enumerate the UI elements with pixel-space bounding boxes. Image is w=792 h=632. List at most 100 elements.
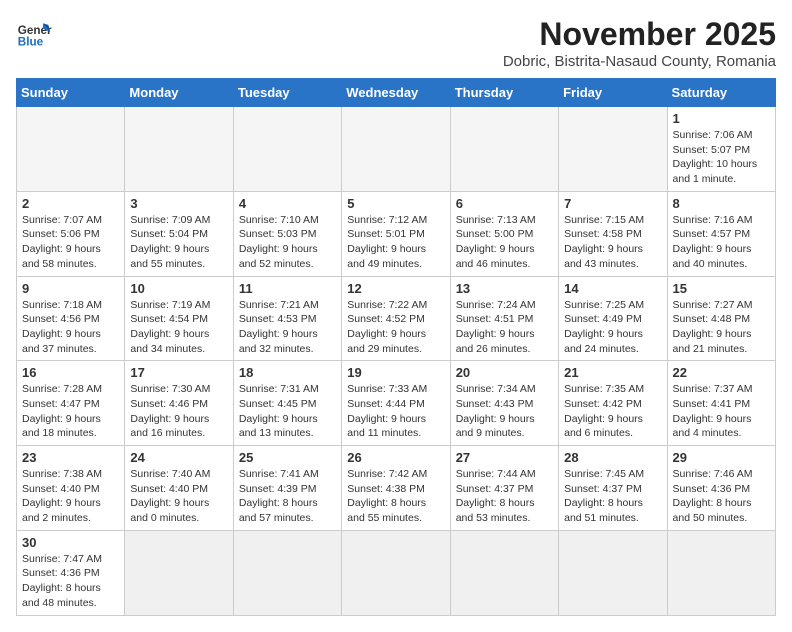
calendar-cell xyxy=(667,530,775,615)
day-number: 23 xyxy=(22,450,119,465)
day-info: Sunrise: 7:45 AMSunset: 4:37 PMDaylight:… xyxy=(564,467,661,526)
logo: General Blue xyxy=(16,16,52,52)
calendar-cell: 20 Sunrise: 7:34 AMSunset: 4:43 PMDayligh… xyxy=(450,361,558,446)
calendar-table: SundayMondayTuesdayWednesdayThursdayFrid… xyxy=(16,78,776,616)
day-number: 22 xyxy=(673,365,770,380)
day-info: Sunrise: 7:37 AMSunset: 4:41 PMDaylight:… xyxy=(673,382,770,441)
generalblue-logo-icon: General Blue xyxy=(16,16,52,52)
day-number: 25 xyxy=(239,450,336,465)
calendar-cell: 26Sunrise: 7:42 AMSunset: 4:38 PMDayligh… xyxy=(342,446,450,531)
day-info: Sunrise: 7:13 AMSunset: 5:00 PMDaylight:… xyxy=(456,213,553,272)
calendar-cell: 9 Sunrise: 7:18 AMSunset: 4:56 PMDaylight… xyxy=(17,276,125,361)
day-info: Sunrise: 7:35 AMSunset: 4:42 PMDaylight:… xyxy=(564,382,661,441)
calendar-cell: 21 Sunrise: 7:35 AMSunset: 4:42 PMDayligh… xyxy=(559,361,667,446)
weekday-header-wednesday: Wednesday xyxy=(342,79,450,107)
calendar-cell xyxy=(342,107,450,192)
title-block: November 2025 Dobric, Bistrita-Nasaud Co… xyxy=(503,16,776,70)
day-number: 6 xyxy=(456,196,553,211)
day-number: 10 xyxy=(130,281,227,296)
calendar-cell xyxy=(125,530,233,615)
day-info: Sunrise: 7:38 AMSunset: 4:40 PMDaylight:… xyxy=(22,467,119,526)
calendar-cell: 18 Sunrise: 7:31 AMSunset: 4:45 PMDayligh… xyxy=(233,361,341,446)
calendar-cell xyxy=(17,107,125,192)
calendar-week-row: 30Sunrise: 7:47 AMSunset: 4:36 PMDayligh… xyxy=(17,530,776,615)
calendar-cell: 23 Sunrise: 7:38 AMSunset: 4:40 PMDayligh… xyxy=(17,446,125,531)
day-info: Sunrise: 7:30 AMSunset: 4:46 PMDaylight:… xyxy=(130,382,227,441)
calendar-cell: 15 Sunrise: 7:27 AMSunset: 4:48 PMDayligh… xyxy=(667,276,775,361)
calendar-cell: 19Sunrise: 7:33 AMSunset: 4:44 PMDayligh… xyxy=(342,361,450,446)
calendar-cell: 30Sunrise: 7:47 AMSunset: 4:36 PMDayligh… xyxy=(17,530,125,615)
calendar-cell: 5Sunrise: 7:12 AMSunset: 5:01 PMDaylight… xyxy=(342,191,450,276)
day-number: 26 xyxy=(347,450,444,465)
day-info: Sunrise: 7:41 AMSunset: 4:39 PMDaylight:… xyxy=(239,467,336,526)
day-number: 28 xyxy=(564,450,661,465)
day-number: 4 xyxy=(239,196,336,211)
day-info: Sunrise: 7:06 AMSunset: 5:07 PMDaylight:… xyxy=(673,128,770,187)
day-number: 13 xyxy=(456,281,553,296)
day-number: 27 xyxy=(456,450,553,465)
day-info: Sunrise: 7:12 AMSunset: 5:01 PMDaylight:… xyxy=(347,213,444,272)
weekday-header-monday: Monday xyxy=(125,79,233,107)
day-number: 7 xyxy=(564,196,661,211)
calendar-cell: 22 Sunrise: 7:37 AMSunset: 4:41 PMDayligh… xyxy=(667,361,775,446)
calendar-cell xyxy=(125,107,233,192)
calendar-week-row: 16Sunrise: 7:28 AMSunset: 4:47 PMDayligh… xyxy=(17,361,776,446)
day-number: 14 xyxy=(564,281,661,296)
calendar-header-row: SundayMondayTuesdayWednesdayThursdayFrid… xyxy=(17,79,776,107)
day-info: Sunrise: 7:09 AMSunset: 5:04 PMDaylight:… xyxy=(130,213,227,272)
day-info: Sunrise: 7:46 AMSunset: 4:36 PMDaylight:… xyxy=(673,467,770,526)
day-info: Sunrise: 7:21 AMSunset: 4:53 PMDaylight:… xyxy=(239,298,336,357)
day-number: 29 xyxy=(673,450,770,465)
weekday-header-friday: Friday xyxy=(559,79,667,107)
calendar-week-row: 23 Sunrise: 7:38 AMSunset: 4:40 PMDayligh… xyxy=(17,446,776,531)
calendar-week-row: 9 Sunrise: 7:18 AMSunset: 4:56 PMDaylight… xyxy=(17,276,776,361)
calendar-cell: 10 Sunrise: 7:19 AMSunset: 4:54 PMDayligh… xyxy=(125,276,233,361)
weekday-header-tuesday: Tuesday xyxy=(233,79,341,107)
day-info: Sunrise: 7:10 AMSunset: 5:03 PMDaylight:… xyxy=(239,213,336,272)
calendar-cell: 7Sunrise: 7:15 AMSunset: 4:58 PMDaylight… xyxy=(559,191,667,276)
calendar-cell: 24 Sunrise: 7:40 AMSunset: 4:40 PMDayligh… xyxy=(125,446,233,531)
calendar-week-row: 2 Sunrise: 7:07 AMSunset: 5:06 PMDaylight… xyxy=(17,191,776,276)
location-subtitle: Dobric, Bistrita-Nasaud County, Romania xyxy=(503,53,776,70)
page-header: General Blue November 2025 Dobric, Bistr… xyxy=(16,16,776,70)
calendar-cell xyxy=(450,530,558,615)
day-info: Sunrise: 7:34 AMSunset: 4:43 PMDaylight:… xyxy=(456,382,553,441)
calendar-cell: 2 Sunrise: 7:07 AMSunset: 5:06 PMDaylight… xyxy=(17,191,125,276)
day-number: 17 xyxy=(130,365,227,380)
day-info: Sunrise: 7:47 AMSunset: 4:36 PMDaylight:… xyxy=(22,552,119,611)
day-number: 8 xyxy=(673,196,770,211)
day-number: 15 xyxy=(673,281,770,296)
day-info: Sunrise: 7:07 AMSunset: 5:06 PMDaylight:… xyxy=(22,213,119,272)
day-number: 9 xyxy=(22,281,119,296)
calendar-cell xyxy=(450,107,558,192)
day-number: 18 xyxy=(239,365,336,380)
day-number: 20 xyxy=(456,365,553,380)
calendar-cell: 27Sunrise: 7:44 AMSunset: 4:37 PMDayligh… xyxy=(450,446,558,531)
day-number: 24 xyxy=(130,450,227,465)
weekday-header-sunday: Sunday xyxy=(17,79,125,107)
day-info: Sunrise: 7:18 AMSunset: 4:56 PMDaylight:… xyxy=(22,298,119,357)
calendar-cell xyxy=(559,107,667,192)
calendar-cell: 14 Sunrise: 7:25 AMSunset: 4:49 PMDayligh… xyxy=(559,276,667,361)
day-number: 12 xyxy=(347,281,444,296)
calendar-cell xyxy=(342,530,450,615)
day-info: Sunrise: 7:16 AMSunset: 4:57 PMDaylight:… xyxy=(673,213,770,272)
calendar-cell xyxy=(233,107,341,192)
day-info: Sunrise: 7:27 AMSunset: 4:48 PMDaylight:… xyxy=(673,298,770,357)
weekday-header-thursday: Thursday xyxy=(450,79,558,107)
month-year-title: November 2025 xyxy=(503,16,776,53)
day-number: 21 xyxy=(564,365,661,380)
day-info: Sunrise: 7:25 AMSunset: 4:49 PMDaylight:… xyxy=(564,298,661,357)
calendar-cell: 1Sunrise: 7:06 AMSunset: 5:07 PMDaylight… xyxy=(667,107,775,192)
day-info: Sunrise: 7:31 AMSunset: 4:45 PMDaylight:… xyxy=(239,382,336,441)
calendar-cell: 12Sunrise: 7:22 AMSunset: 4:52 PMDayligh… xyxy=(342,276,450,361)
day-info: Sunrise: 7:19 AMSunset: 4:54 PMDaylight:… xyxy=(130,298,227,357)
svg-text:Blue: Blue xyxy=(18,36,44,49)
day-info: Sunrise: 7:33 AMSunset: 4:44 PMDaylight:… xyxy=(347,382,444,441)
calendar-cell xyxy=(559,530,667,615)
day-number: 2 xyxy=(22,196,119,211)
calendar-cell: 3Sunrise: 7:09 AMSunset: 5:04 PMDaylight… xyxy=(125,191,233,276)
day-info: Sunrise: 7:40 AMSunset: 4:40 PMDaylight:… xyxy=(130,467,227,526)
calendar-cell xyxy=(233,530,341,615)
day-info: Sunrise: 7:28 AMSunset: 4:47 PMDaylight:… xyxy=(22,382,119,441)
